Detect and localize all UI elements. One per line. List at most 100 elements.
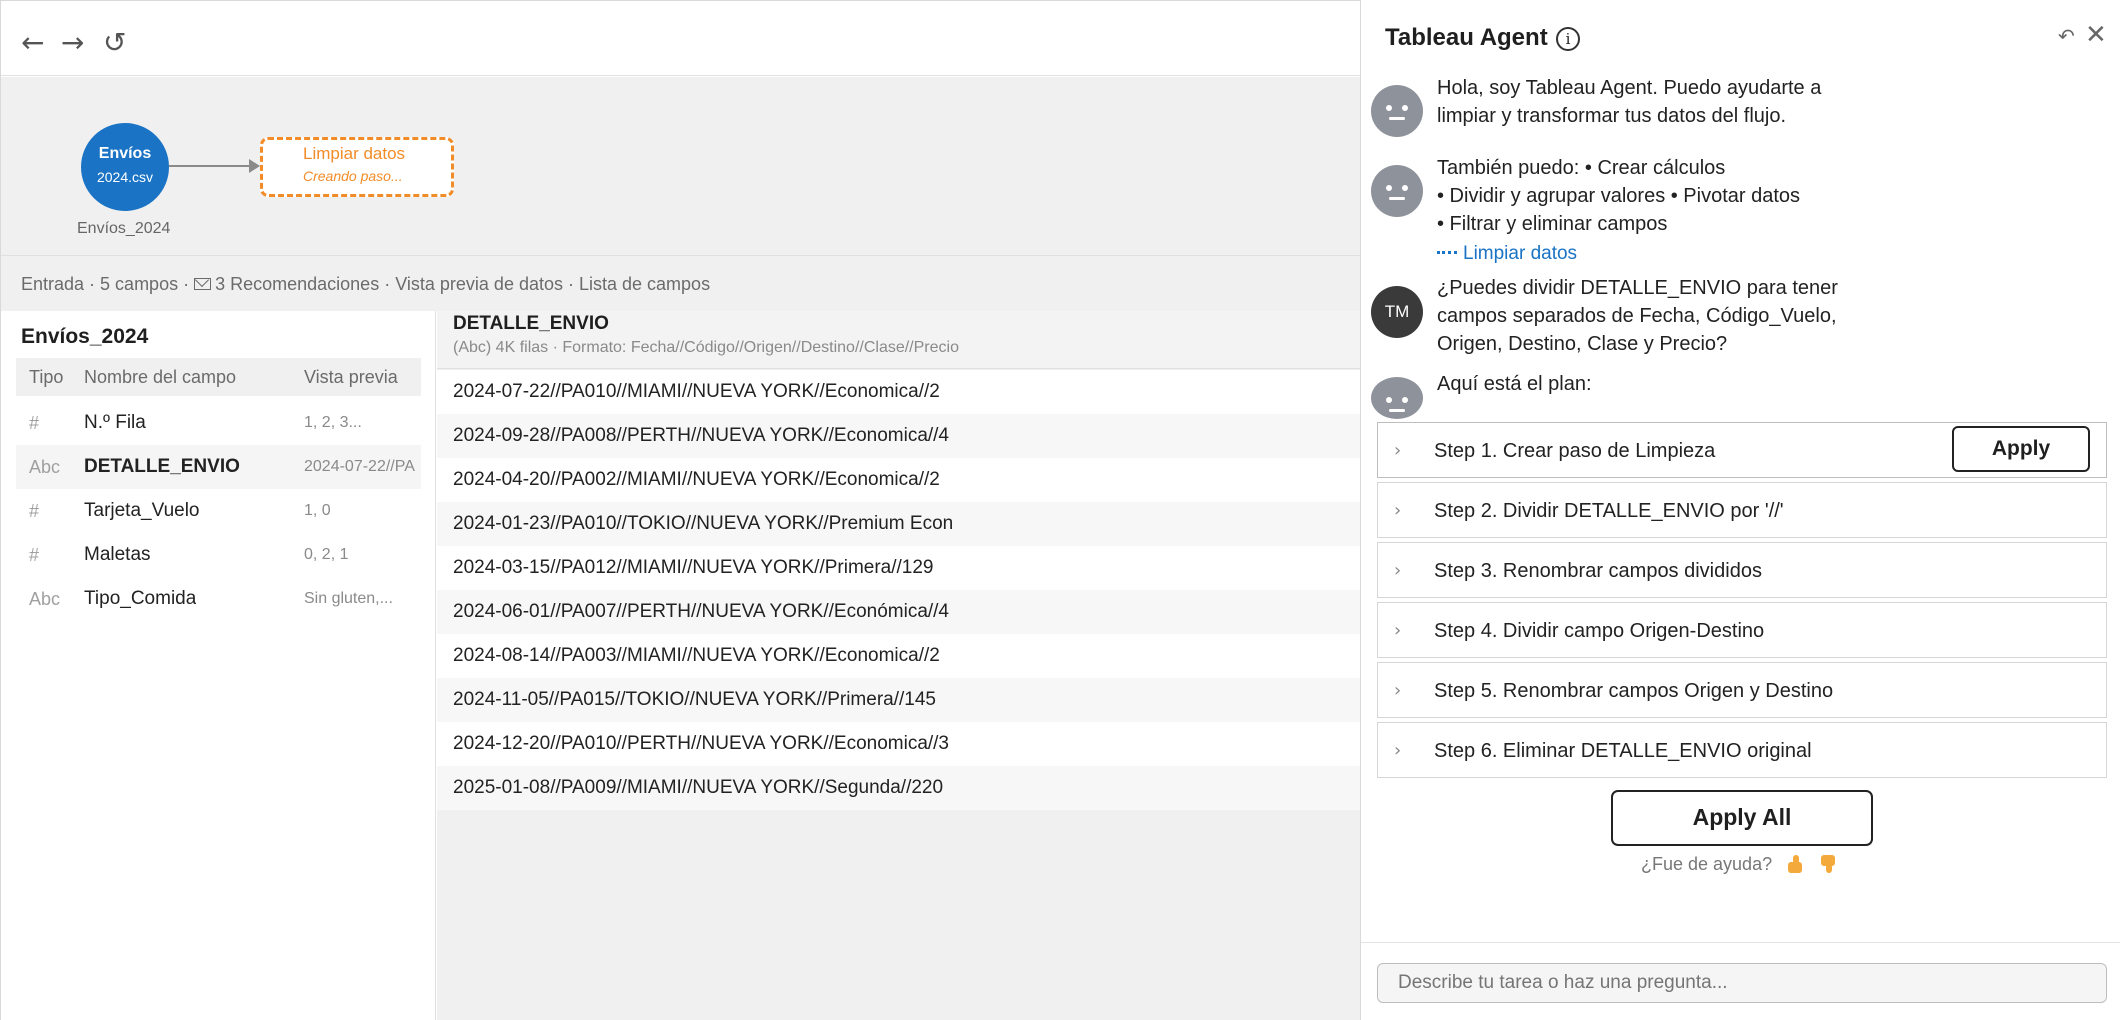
flow-step-icon bbox=[1437, 251, 1457, 254]
step-label: Step 6. Eliminar DETALLE_ENVIO original bbox=[1434, 740, 1812, 762]
clean-step-title: Limpiar datos bbox=[303, 144, 406, 163]
field-type-icon: # bbox=[29, 545, 40, 565]
plan-step[interactable]: › Step 4. Dividir campo Origen-Destino bbox=[1377, 602, 2107, 658]
agent-message: Hola, soy Tableau Agent. Puedo ayudarte … bbox=[1437, 77, 1822, 127]
data-row[interactable]: 2024-01-23//PA010//TOKIO//NUEVA YORK//Pr… bbox=[437, 502, 1361, 546]
thumbs-down-icon[interactable] bbox=[1820, 855, 1838, 873]
forward-arrow-icon[interactable]: → bbox=[61, 25, 84, 61]
field-preview: Sin gluten,... bbox=[304, 590, 393, 607]
data-row[interactable]: 2025-01-08//PA009//MIAMI//NUEVA YORK//Se… bbox=[437, 766, 1361, 810]
feedback-row: ¿Fue de ayuda? bbox=[1641, 852, 1838, 875]
recommendations-icon bbox=[194, 278, 212, 290]
undo-icon[interactable]: ↶ bbox=[2058, 24, 2075, 48]
field-row[interactable]: # Maletas 0, 2, 1 bbox=[16, 533, 421, 577]
field-row-selected[interactable]: Abc DETALLE_ENVIO 2024-07-22//PA... bbox=[16, 445, 421, 489]
user-message: ¿Puedes dividir DETALLE_ENVIO para tener… bbox=[1437, 277, 1838, 355]
field-row[interactable]: # Tarjeta_Vuelo 1, 0 bbox=[16, 489, 421, 533]
field-name: DETALLE_ENVIO bbox=[84, 456, 240, 477]
clean-step-status: Creando paso... bbox=[303, 168, 403, 184]
input-summary: Entrada · 5 campos · bbox=[21, 274, 190, 294]
fields-table-header: Tipo Nombre del campo Vista previa bbox=[16, 358, 421, 396]
user-avatar: TM bbox=[1371, 286, 1423, 338]
field-row[interactable]: Abc Tipo_Comida Sin gluten,... bbox=[16, 577, 421, 621]
field-list-link[interactable]: Lista de campos bbox=[579, 274, 710, 294]
step-label: Step 1. Crear paso de Limpieza bbox=[1434, 440, 1716, 462]
flow-arrowhead bbox=[249, 159, 260, 173]
field-type-icon: # bbox=[29, 501, 40, 521]
input-node-name: Envíos bbox=[98, 145, 152, 162]
flow-workspace: ← → ↺ Envíos 2024.csv Limpiar datos Crea… bbox=[0, 0, 1361, 1020]
data-row[interactable]: 2024-04-20//PA002//MIAMI//NUEVA YORK//Ec… bbox=[437, 458, 1361, 502]
fields-panel: Envíos_2024 Tipo Nombre del campo Vista … bbox=[1, 311, 436, 1020]
feedback-question: ¿Fue de ayuda? bbox=[1641, 854, 1773, 874]
data-preview-link[interactable]: · Vista previa de datos · bbox=[384, 274, 574, 294]
agent-message: También puedo: • Crear cálculos • Dividi… bbox=[1437, 157, 1801, 235]
divider bbox=[1361, 942, 2120, 943]
data-row[interactable]: 2024-09-28//PA008//PERTH//NUEVA YORK//Ec… bbox=[437, 414, 1361, 458]
field-name: Tipo_Comida bbox=[84, 588, 197, 609]
step-label: Step 3. Renombrar campos divididos bbox=[1434, 560, 1762, 582]
header-name: Nombre del campo bbox=[84, 367, 237, 387]
chevron-right-icon: › bbox=[1394, 620, 1402, 641]
chevron-right-icon: › bbox=[1394, 680, 1402, 701]
agent-avatar-icon bbox=[1371, 85, 1423, 137]
column-subtitle: (Abc) 4K filas · Formato: Fecha//Código/… bbox=[453, 339, 959, 356]
agent-avatar-icon bbox=[1371, 165, 1423, 217]
chevron-right-icon: › bbox=[1394, 740, 1402, 761]
input-node-caption: Envíos_2024 bbox=[77, 220, 171, 237]
field-type-icon: # bbox=[29, 413, 40, 433]
field-preview: 1, 2, 3... bbox=[304, 414, 362, 431]
data-row[interactable]: 2024-12-20//PA010//PERTH//NUEVA YORK//Ec… bbox=[437, 722, 1361, 766]
profile-summary-bar: Entrada · 5 campos · 3 Recomendaciones ·… bbox=[1, 255, 1361, 311]
clean-step-node[interactable]: Limpiar datos Creando paso... bbox=[260, 137, 454, 197]
field-name: N.º Fila bbox=[84, 412, 146, 433]
tableau-agent-panel: Tableau Agent i ↶ ✕ Hola, soy Tableau Ag… bbox=[1360, 0, 2120, 1020]
chevron-right-icon: › bbox=[1394, 500, 1402, 521]
data-row[interactable]: 2024-07-22//PA010//MIAMI//NUEVA YORK//Ec… bbox=[437, 370, 1361, 414]
fields-panel-title: Envíos_2024 bbox=[21, 325, 149, 348]
plan-step[interactable]: › Step 5. Renombrar campos Origen y Dest… bbox=[1377, 662, 2107, 718]
column-title: DETALLE_ENVIO bbox=[453, 313, 609, 334]
plan-step[interactable]: › Step 2. Dividir DETALLE_ENVIO por '//' bbox=[1377, 482, 2107, 538]
back-arrow-icon[interactable]: ← bbox=[21, 25, 44, 61]
field-type-icon: Abc bbox=[29, 589, 61, 609]
flow-canvas: Envíos 2024.csv Limpiar datos Creando pa… bbox=[1, 77, 1361, 255]
data-preview-panel: DETALLE_ENVIO (Abc) 4K filas · Formato: … bbox=[437, 311, 1361, 1020]
step-label: Step 5. Renombrar campos Origen y Destin… bbox=[1434, 680, 1834, 702]
clean-data-link[interactable]: Limpiar datos bbox=[1437, 243, 1577, 265]
toolbar: ← → ↺ bbox=[1, 1, 1361, 76]
recommendations-link[interactable]: 3 Recomendaciones bbox=[215, 274, 379, 294]
chat-input[interactable] bbox=[1377, 963, 2107, 1003]
chevron-right-icon: › bbox=[1394, 440, 1402, 461]
agent-avatar-icon bbox=[1371, 377, 1423, 419]
field-preview: 2024-07-22//PA... bbox=[304, 458, 416, 475]
apply-all-button[interactable]: Apply All bbox=[1611, 790, 1873, 846]
agent-title: Tableau Agent bbox=[1385, 24, 1548, 51]
flow-connector bbox=[169, 165, 251, 167]
input-node[interactable]: Envíos 2024.csv bbox=[81, 123, 169, 211]
data-row[interactable]: 2024-06-01//PA007//PERTH//NUEVA YORK//Ec… bbox=[437, 590, 1361, 634]
data-row[interactable]: 2024-08-14//PA003//MIAMI//NUEVA YORK//Ec… bbox=[437, 634, 1361, 678]
field-preview: 0, 2, 1 bbox=[304, 546, 349, 563]
header-preview: Vista previa bbox=[304, 367, 398, 387]
close-icon[interactable]: ✕ bbox=[2085, 20, 2107, 50]
field-name: Maletas bbox=[84, 544, 151, 565]
agent-message: Aquí está el plan: bbox=[1437, 373, 1592, 395]
plan-step[interactable]: › Step 6. Eliminar DETALLE_ENVIO origina… bbox=[1377, 722, 2107, 778]
apply-button[interactable]: Apply bbox=[1952, 426, 2090, 472]
header-type: Tipo bbox=[29, 367, 64, 387]
data-row[interactable]: 2024-03-15//PA012//MIAMI//NUEVA YORK//Pr… bbox=[437, 546, 1361, 590]
field-preview: 1, 0 bbox=[304, 502, 331, 519]
refresh-icon[interactable]: ↺ bbox=[103, 25, 126, 61]
data-row[interactable]: 2024-11-05//PA015//TOKIO//NUEVA YORK//Pr… bbox=[437, 678, 1361, 722]
field-row[interactable]: # N.º Fila 1, 2, 3... bbox=[16, 401, 421, 445]
step-label: Step 4. Dividir campo Origen-Destino bbox=[1434, 620, 1765, 642]
field-type-icon: Abc bbox=[29, 457, 61, 477]
column-header[interactable]: DETALLE_ENVIO (Abc) 4K filas · Formato: … bbox=[437, 311, 1361, 369]
thumbs-up-icon[interactable] bbox=[1787, 855, 1805, 873]
info-icon[interactable]: i bbox=[1556, 27, 1580, 51]
plan-step[interactable]: › Step 1. Crear paso de Limpieza Apply bbox=[1377, 422, 2107, 478]
plan-step[interactable]: › Step 3. Renombrar campos divididos bbox=[1377, 542, 2107, 598]
field-name: Tarjeta_Vuelo bbox=[84, 500, 200, 521]
step-label: Step 2. Dividir DETALLE_ENVIO por '//' bbox=[1434, 500, 1784, 522]
